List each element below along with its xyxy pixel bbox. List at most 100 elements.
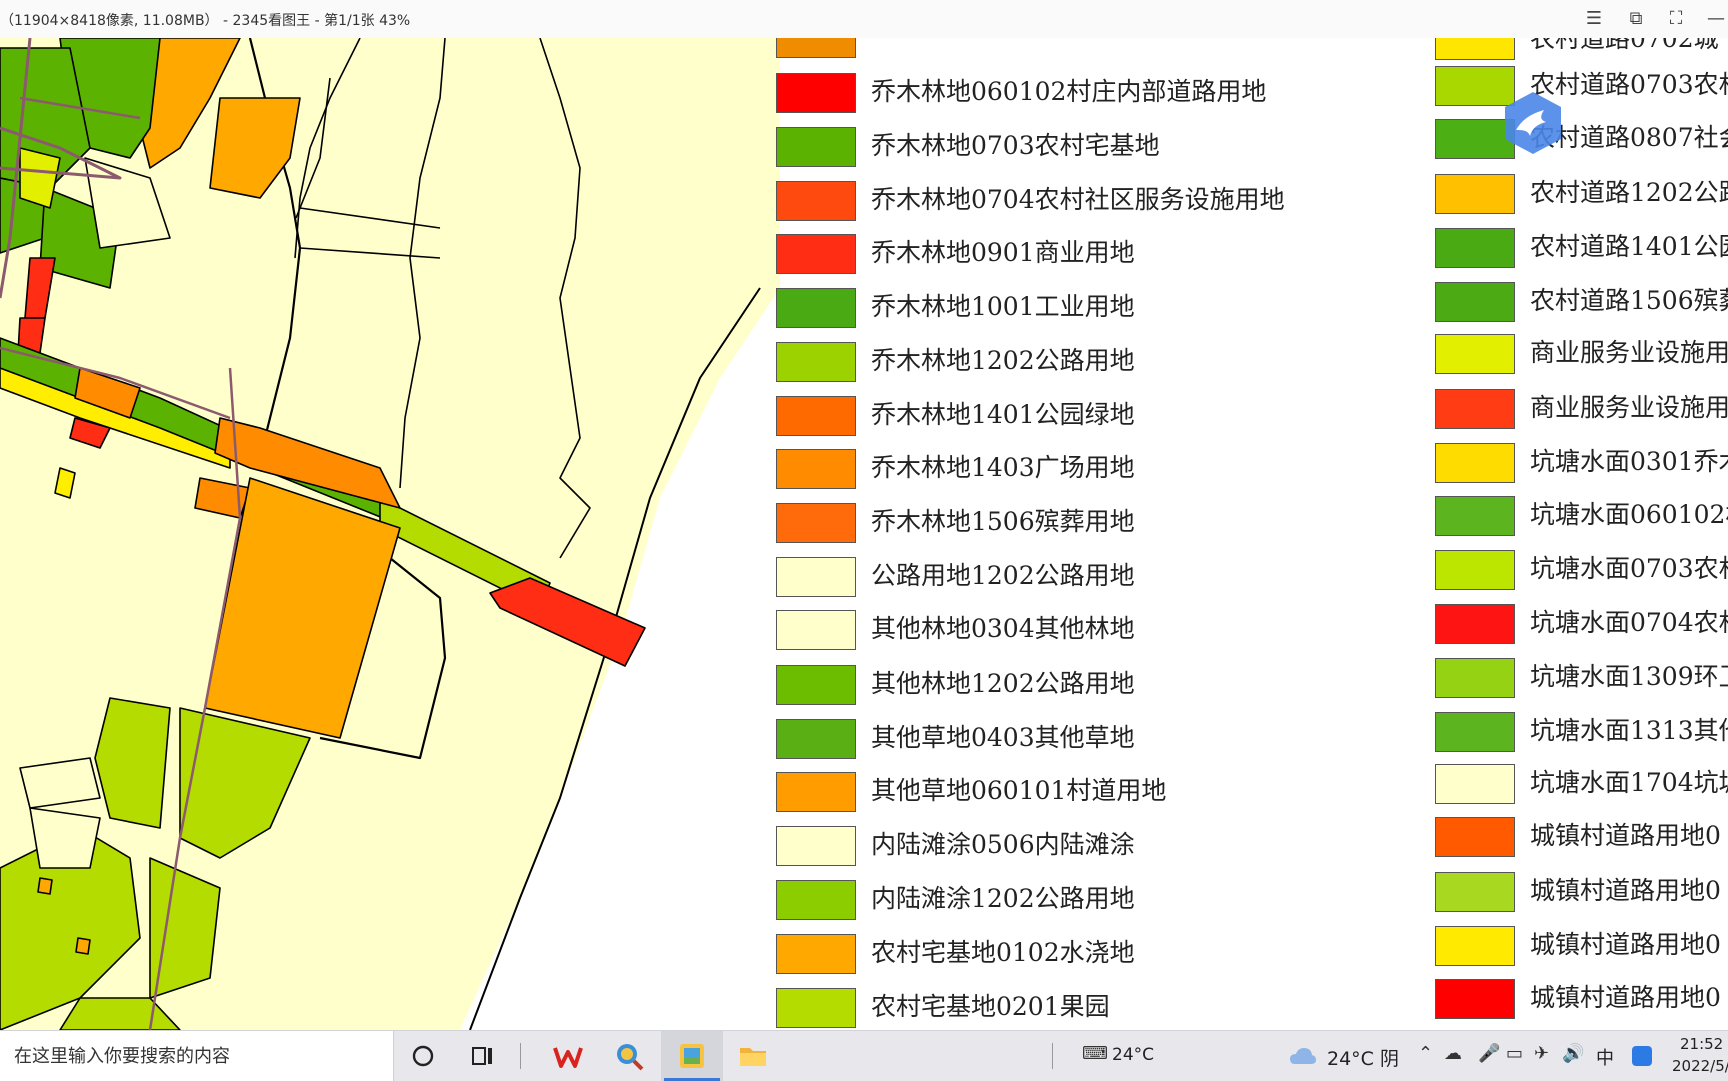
cloud-icon[interactable] [1288, 1042, 1318, 1070]
ime-indicator[interactable]: 中 [1596, 1044, 1614, 1070]
legend-label: 乔木林地1506殡葬用地 [871, 507, 1135, 536]
clock-time[interactable]: 21:52 [1680, 1035, 1723, 1053]
legend-label: 坑塘水面060102村 [1530, 500, 1728, 529]
legend-label: 乔木林地1202公路用地 [871, 346, 1135, 375]
taskbar-search[interactable] [0, 1031, 396, 1081]
legend-label: 公路用地1202公路用地 [871, 561, 1135, 590]
wps-icon[interactable] [552, 1040, 584, 1072]
weather-status: 24°C 阴 [1327, 1048, 1399, 1070]
legend-swatch [776, 73, 856, 113]
legend-swatch [1435, 389, 1515, 429]
legend-label: 乔木林地060102村庄内部道路用地 [871, 77, 1267, 106]
legend-label: 乔木林地0901商业用地 [871, 238, 1135, 267]
legend-label: 内陆滩涂0506内陆滩涂 [871, 830, 1135, 859]
legend-label: 乔木林地1001工业用地 [871, 292, 1135, 321]
legend-swatch [1435, 926, 1515, 966]
menu-button[interactable]: ☰ [1580, 6, 1608, 32]
clock-date[interactable]: 2022/5/ [1672, 1057, 1728, 1075]
legend-swatch [1435, 764, 1515, 804]
legend-swatch [1435, 872, 1515, 912]
legend-label: 农村宅基地0201果园 [871, 992, 1110, 1021]
legend-swatch [776, 449, 856, 489]
airplane-icon[interactable]: ✈ [1534, 1043, 1549, 1064]
dove-watermark[interactable] [1500, 90, 1566, 156]
legend-swatch [776, 719, 856, 759]
legend-swatch [1435, 443, 1515, 483]
legend-label: 其他草地0403其他草地 [871, 723, 1135, 752]
fullscreen-button[interactable]: ⛶ [1662, 6, 1690, 32]
microphone-icon[interactable]: 🎤 [1478, 1043, 1500, 1064]
minimize-button[interactable]: — [1702, 6, 1728, 32]
legend-swatch [1435, 658, 1515, 698]
land-use-map [0, 38, 780, 1030]
legend-swatch [776, 127, 856, 167]
legend-label: 坑塘水面0704农村 [1530, 608, 1728, 637]
parcel-white-blocks [19, 757, 101, 809]
legend-swatch [776, 503, 856, 543]
skin-button[interactable]: ⧉ [1622, 6, 1650, 32]
legend-label: 其他林地0304其他林地 [871, 614, 1135, 643]
chevron-up-icon[interactable]: ⌃ [1418, 1043, 1433, 1064]
parcel-white-blocks [29, 807, 101, 869]
legend-swatch [776, 772, 856, 812]
magnifier-app-icon[interactable] [613, 1040, 645, 1072]
volume-icon[interactable]: 🔊 [1562, 1043, 1584, 1064]
legend-label: 城镇村道路用地0 [1530, 821, 1721, 850]
weather-temp-left: 24°C [1112, 1045, 1155, 1065]
legend-swatch [776, 665, 856, 705]
legend-swatch [776, 610, 856, 650]
battery-icon[interactable]: ▭ [1506, 1043, 1523, 1064]
legend-label: 坑塘水面0301乔木 [1530, 447, 1728, 476]
task-view-icon[interactable] [467, 1040, 499, 1072]
taskbar-separator-2 [1052, 1043, 1053, 1069]
search-input[interactable] [0, 1031, 396, 1081]
legend-swatch [1435, 979, 1515, 1019]
image-viewer-icon[interactable] [676, 1040, 708, 1072]
legend-label: 其他林地1202公路用地 [871, 669, 1135, 698]
legend-label: 城镇村道路用地0 [1530, 930, 1721, 959]
legend-swatch [1435, 496, 1515, 536]
legend-swatch [776, 342, 856, 382]
legend-label: 坑塘水面0703农村 [1530, 554, 1728, 583]
legend-label: 内陆滩涂1202公路用地 [871, 884, 1135, 913]
legend-label: 坑塘水面1309环卫 [1530, 662, 1728, 691]
legend-swatch [776, 234, 856, 274]
parcel-small-orange [75, 937, 91, 955]
cortana-icon[interactable] [407, 1040, 439, 1072]
legend-label: 乔木林地0703农村宅基地 [871, 131, 1160, 160]
window-title: （11904×8418像素, 11.08MB） - 2345看图王 - 第1/1… [0, 13, 411, 29]
legend-swatch [1435, 38, 1515, 60]
legend-label: 商业服务业设施用 [1530, 338, 1728, 367]
dove-icon [1505, 92, 1561, 154]
legend-label: 坑塘水面1704坑塘 [1530, 768, 1728, 797]
folder-icon[interactable] [737, 1040, 769, 1072]
legend-swatch [776, 557, 856, 597]
legend-label: 农村道路1202公路 [1530, 178, 1728, 207]
legend-swatch [776, 288, 856, 328]
legend-label: 城镇村道路用地0 [1530, 983, 1721, 1012]
legend-swatch [776, 934, 856, 974]
legend-swatch [776, 826, 856, 866]
legend-label: 乔木林地0704农村社区服务设施用地 [871, 185, 1285, 214]
legend-label: 坑塘水面1313其他 [1530, 716, 1728, 745]
keyboard-icon[interactable]: ⌨ [1082, 1043, 1108, 1064]
legend-swatch [1435, 712, 1515, 752]
legend-swatch [1435, 282, 1515, 322]
input-method-icon[interactable] [1630, 1044, 1654, 1068]
taskbar-separator [520, 1043, 521, 1069]
legend-swatch [776, 988, 856, 1028]
image-canvas[interactable]: 乔木林地060102村庄内部道路用地 乔木林地0703农村宅基地乔木林地0704农… [0, 38, 1728, 1030]
legend-swatch [1435, 550, 1515, 590]
legend-swatch [776, 396, 856, 436]
legend-swatch [1435, 174, 1515, 214]
legend-swatch [1435, 604, 1515, 644]
network-icon[interactable]: ☁ [1444, 1043, 1462, 1064]
legend-label: 农村道路1401公园 [1530, 232, 1728, 261]
legend-swatch [1435, 228, 1515, 268]
legend-label: 乔木林地1401公园绿地 [871, 400, 1135, 429]
parcel-small-orange [37, 877, 53, 895]
legend-label: 城镇村道路用地0 [1530, 876, 1721, 905]
legend-label: 农村道路0702城 [1530, 38, 1719, 53]
legend-label: 农村道路1506殡葬 [1530, 286, 1728, 315]
window-titlebar: （11904×8418像素, 11.08MB） - 2345看图王 - 第1/1… [0, 0, 1728, 39]
